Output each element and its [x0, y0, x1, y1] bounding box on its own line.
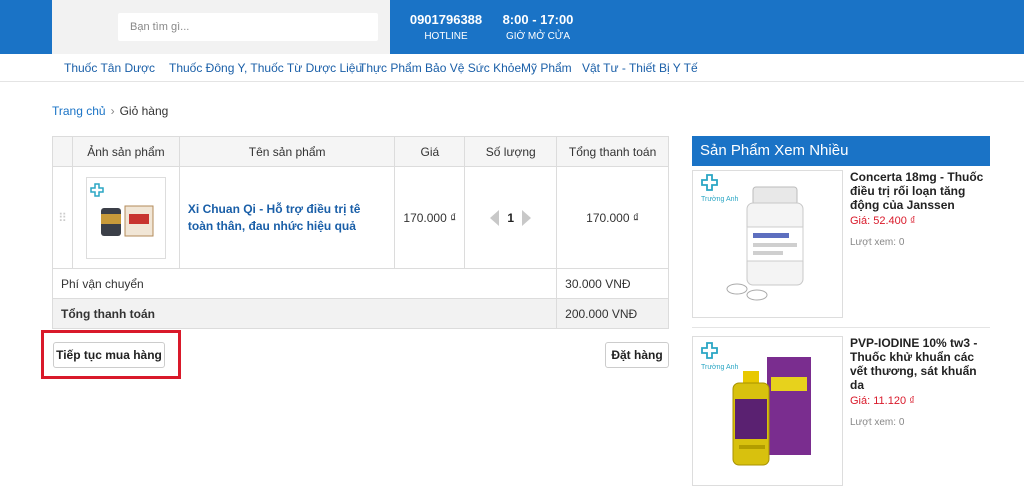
- sidebar-product-views: Lượt xem: 0: [850, 417, 905, 428]
- concerta-image-graphic: Trường Anh: [701, 174, 804, 301]
- sidebar-product-name[interactable]: Concerta 18mg - Thuốc điều trị rối loạn …: [850, 170, 990, 212]
- sidebar-product-price: Giá: 52.400 ₫: [850, 215, 916, 227]
- breadcrumb-current: Giỏ hàng: [119, 104, 169, 118]
- hotline-label: HOTLINE: [424, 31, 468, 42]
- product-name-cell: Xi Chuan Qi - Hỗ trợ điều trị tê toàn th…: [178, 166, 396, 269]
- header-image: Ảnh sản phẩm: [71, 136, 180, 167]
- hotline-number: 0901796388: [409, 12, 483, 27]
- quantity-value: 1: [507, 210, 515, 225]
- continue-shopping-button[interactable]: Tiếp tục mua hàng: [53, 342, 165, 368]
- opening-hours-value: 8:00 - 17:00: [502, 12, 574, 27]
- sidebar-divider: [692, 327, 990, 328]
- header-name: Tên sản phẩm: [178, 136, 396, 167]
- increase-quantity-icon[interactable]: [522, 209, 532, 226]
- most-viewed-sidebar: Sản Phẩm Xem Nhiều Trường Anh Concerta 1…: [692, 136, 990, 486]
- breadcrumb-separator: ›: [110, 104, 115, 118]
- breadcrumb-home-link[interactable]: Trang chủ: [52, 104, 106, 118]
- product-image[interactable]: [85, 176, 166, 259]
- brand-text: Trường Anh: [701, 196, 739, 203]
- row-drag-handle[interactable]: ⠿: [52, 166, 73, 269]
- sidebar-product-price: Giá: 11.120 ₫: [850, 395, 915, 407]
- shipping-row: Phí vận chuyển 30.000 VNĐ: [51, 268, 669, 299]
- brand-text: Trường Anh: [701, 364, 739, 371]
- header-handle-col: [52, 136, 73, 167]
- place-order-button[interactable]: Đặt hàng: [605, 342, 669, 368]
- sidebar-title: Sản Phẩm Xem Nhiều: [692, 136, 990, 166]
- shipping-label: Phí vận chuyển: [51, 268, 558, 299]
- sidebar-product-info: PVP-IODINE 10% tw3 - Thuốc khử khuẩn các…: [850, 336, 990, 428]
- opening-hours-label: GIỜ MỞ CỬA: [505, 31, 571, 42]
- breadcrumb: Trang chủ › Giỏ hàng: [52, 104, 168, 118]
- grand-total-value: 200.000 VNĐ: [556, 298, 669, 329]
- opening-hours-block: 8:00 - 17:00 GIỜ MỞ CỬA: [500, 12, 576, 42]
- sidebar-product-image[interactable]: Trường Anh: [692, 170, 843, 318]
- header-left-strip: [0, 0, 52, 54]
- quantity-stepper: 1: [465, 209, 556, 226]
- product-image-cell: [71, 166, 180, 269]
- cart-table: Ảnh sản phẩm Tên sản phẩm Giá Số lượng T…: [51, 136, 669, 329]
- grand-total-label: Tổng thanh toán: [51, 298, 558, 329]
- cart-header-row: Ảnh sản phẩm Tên sản phẩm Giá Số lượng T…: [52, 136, 669, 167]
- shipping-value: 30.000 VNĐ: [556, 268, 669, 299]
- sidebar-product-views: Lượt xem: 0: [850, 237, 905, 248]
- quantity-cell: 1: [464, 166, 558, 269]
- pvp-iodine-image-graphic: Trường Anh: [701, 342, 811, 466]
- cart-item-row: ⠿ Xi Chuan Qi - Hỗ trợ điều trị tê toàn …: [52, 166, 669, 269]
- sidebar-product-image[interactable]: Trường Anh: [692, 336, 843, 486]
- product-image-graphic: [90, 182, 154, 236]
- sidebar-product-info: Concerta 18mg - Thuốc điều trị rối loạn …: [850, 170, 990, 248]
- decrease-quantity-icon[interactable]: [490, 209, 500, 226]
- nav-item-my-pham[interactable]: Mỹ Phẩm: [521, 61, 572, 75]
- hotline-block[interactable]: 0901796388 HOTLINE: [404, 12, 488, 42]
- product-price: 170.000 ₫: [394, 166, 466, 269]
- product-name-link[interactable]: Xi Chuan Qi - Hỗ trợ điều trị tê toàn th…: [188, 202, 361, 233]
- top-header: 0901796388 HOTLINE 8:00 - 17:00 GIỜ MỞ C…: [0, 0, 1024, 54]
- sidebar-product-name[interactable]: PVP-IODINE 10% tw3 - Thuốc khử khuẩn các…: [850, 336, 990, 392]
- header-total: Tổng thanh toán: [556, 136, 669, 167]
- search-input[interactable]: [118, 13, 378, 41]
- grand-total-row: Tổng thanh toán 200.000 VNĐ: [51, 298, 669, 329]
- main-nav: Thuốc Tân Dược Thuốc Đông Y, Thuốc Từ Dư…: [0, 54, 1024, 82]
- nav-item-thuc-pham-bao-ve[interactable]: Thực Phẩm Bảo Vệ Sức Khỏe: [359, 61, 521, 75]
- header-quantity: Số lượng: [464, 136, 558, 167]
- nav-item-thuoc-dong-y[interactable]: Thuốc Đông Y, Thuốc Từ Dược Liệu: [169, 61, 362, 75]
- nav-item-thuoc-tan-duoc[interactable]: Thuốc Tân Dược: [64, 61, 155, 75]
- product-line-total: 170.000 ₫: [556, 166, 669, 269]
- nav-item-vat-tu-thiet-bi[interactable]: Vật Tư - Thiết Bị Y Tế: [582, 61, 698, 75]
- header-price: Giá: [394, 136, 466, 167]
